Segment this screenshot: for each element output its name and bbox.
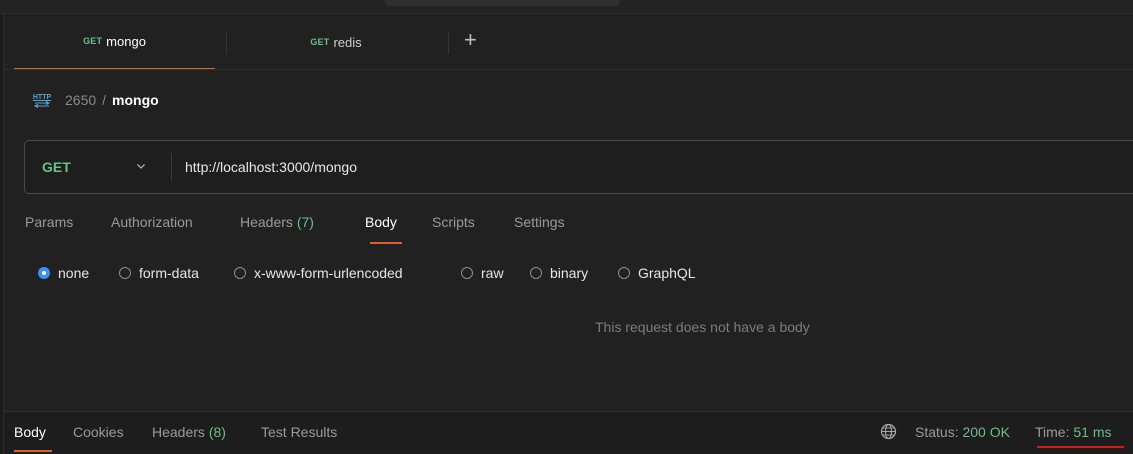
tab-settings[interactable]: Settings	[514, 214, 565, 230]
radio-unchecked-icon	[530, 267, 542, 279]
tab-bar-divider	[4, 69, 1133, 70]
tab-divider	[448, 32, 449, 54]
active-tab-indicator	[370, 242, 402, 244]
response-bar: Body Cookies Headers (8) Test Results St…	[4, 411, 1133, 454]
tab-headers-label: Headers	[240, 214, 293, 230]
radio-label: none	[58, 265, 90, 281]
breadcrumb-collection[interactable]: 2650	[65, 92, 96, 108]
response-tab-test-results[interactable]: Test Results	[261, 424, 337, 440]
response-time[interactable]: Time: 51 ms	[1035, 424, 1112, 440]
url-input[interactable]	[185, 155, 785, 179]
chevron-down-icon	[137, 164, 145, 169]
tab-mongo[interactable]: GET mongo	[14, 14, 215, 70]
tab-method-badge: GET	[83, 36, 103, 46]
tab-redis[interactable]: GET redis	[236, 14, 436, 70]
time-label: Time:	[1035, 424, 1070, 440]
radio-checked-icon	[38, 267, 50, 279]
tab-params[interactable]: Params	[25, 214, 73, 230]
response-tab-headers-count: (8)	[208, 424, 226, 440]
radio-none[interactable]: none	[38, 264, 89, 282]
radio-form-data[interactable]: form-data	[119, 264, 199, 282]
tab-label: mongo	[106, 33, 146, 49]
request-workspace: GET mongo GET redis + HTTP 2650 / mongo …	[3, 14, 1133, 454]
tab-scripts[interactable]: Scripts	[432, 214, 475, 230]
response-status[interactable]: Status: 200 OK	[915, 424, 1010, 440]
status-value: 200 OK	[962, 424, 1010, 440]
radio-unchecked-icon	[234, 267, 246, 279]
response-tab-body[interactable]: Body	[14, 424, 46, 440]
tab-label: redis	[333, 34, 362, 50]
window-top-strip	[0, 0, 1133, 14]
radio-label: raw	[481, 265, 504, 281]
time-highlight-underline	[1037, 446, 1124, 448]
radio-label: x-www-form-urlencoded	[254, 265, 403, 281]
method-select-value: GET	[42, 159, 71, 175]
tab-authorization[interactable]: Authorization	[111, 214, 193, 230]
empty-body-message: This request does not have a body	[595, 319, 810, 335]
tab-headers-count: (7)	[296, 214, 314, 230]
tab-headers[interactable]: Headers (7)	[240, 214, 314, 230]
tab-body[interactable]: Body	[365, 214, 397, 230]
globe-icon[interactable]	[880, 423, 897, 440]
breadcrumb-separator: /	[102, 92, 107, 108]
url-bar-divider	[171, 153, 172, 181]
radio-graphql[interactable]: GraphQL	[618, 264, 696, 282]
response-tab-cookies[interactable]: Cookies	[73, 424, 124, 440]
tab-divider	[226, 32, 227, 54]
svg-text:HTTP: HTTP	[33, 94, 52, 101]
tab-method-badge: GET	[310, 37, 330, 47]
plus-icon[interactable]: +	[464, 28, 477, 52]
radio-binary[interactable]: binary	[530, 264, 588, 282]
breadcrumb: HTTP 2650 / mongo	[31, 90, 159, 110]
radio-label: GraphQL	[638, 265, 696, 281]
radio-label: form-data	[139, 265, 199, 281]
radio-x-www-form-urlencoded[interactable]: x-www-form-urlencoded	[234, 264, 403, 282]
method-select[interactable]: GET	[25, 141, 171, 193]
response-tab-headers-label: Headers	[152, 424, 205, 440]
breadcrumb-request-name[interactable]: mongo	[112, 92, 159, 108]
http-icon: HTTP	[33, 94, 52, 108]
response-tab-headers[interactable]: Headers (8)	[152, 424, 226, 440]
request-tab-bar: GET mongo GET redis +	[4, 14, 1133, 70]
radio-unchecked-icon	[119, 267, 131, 279]
radio-label: binary	[550, 265, 589, 281]
radio-unchecked-icon	[461, 267, 473, 279]
active-response-tab-indicator	[14, 450, 52, 452]
radio-raw[interactable]: raw	[461, 264, 504, 282]
radio-unchecked-icon	[618, 267, 630, 279]
url-bar: GET	[24, 140, 1133, 194]
status-label: Status:	[915, 424, 959, 440]
window-handle	[385, 0, 620, 6]
time-value: 51 ms	[1073, 424, 1112, 440]
